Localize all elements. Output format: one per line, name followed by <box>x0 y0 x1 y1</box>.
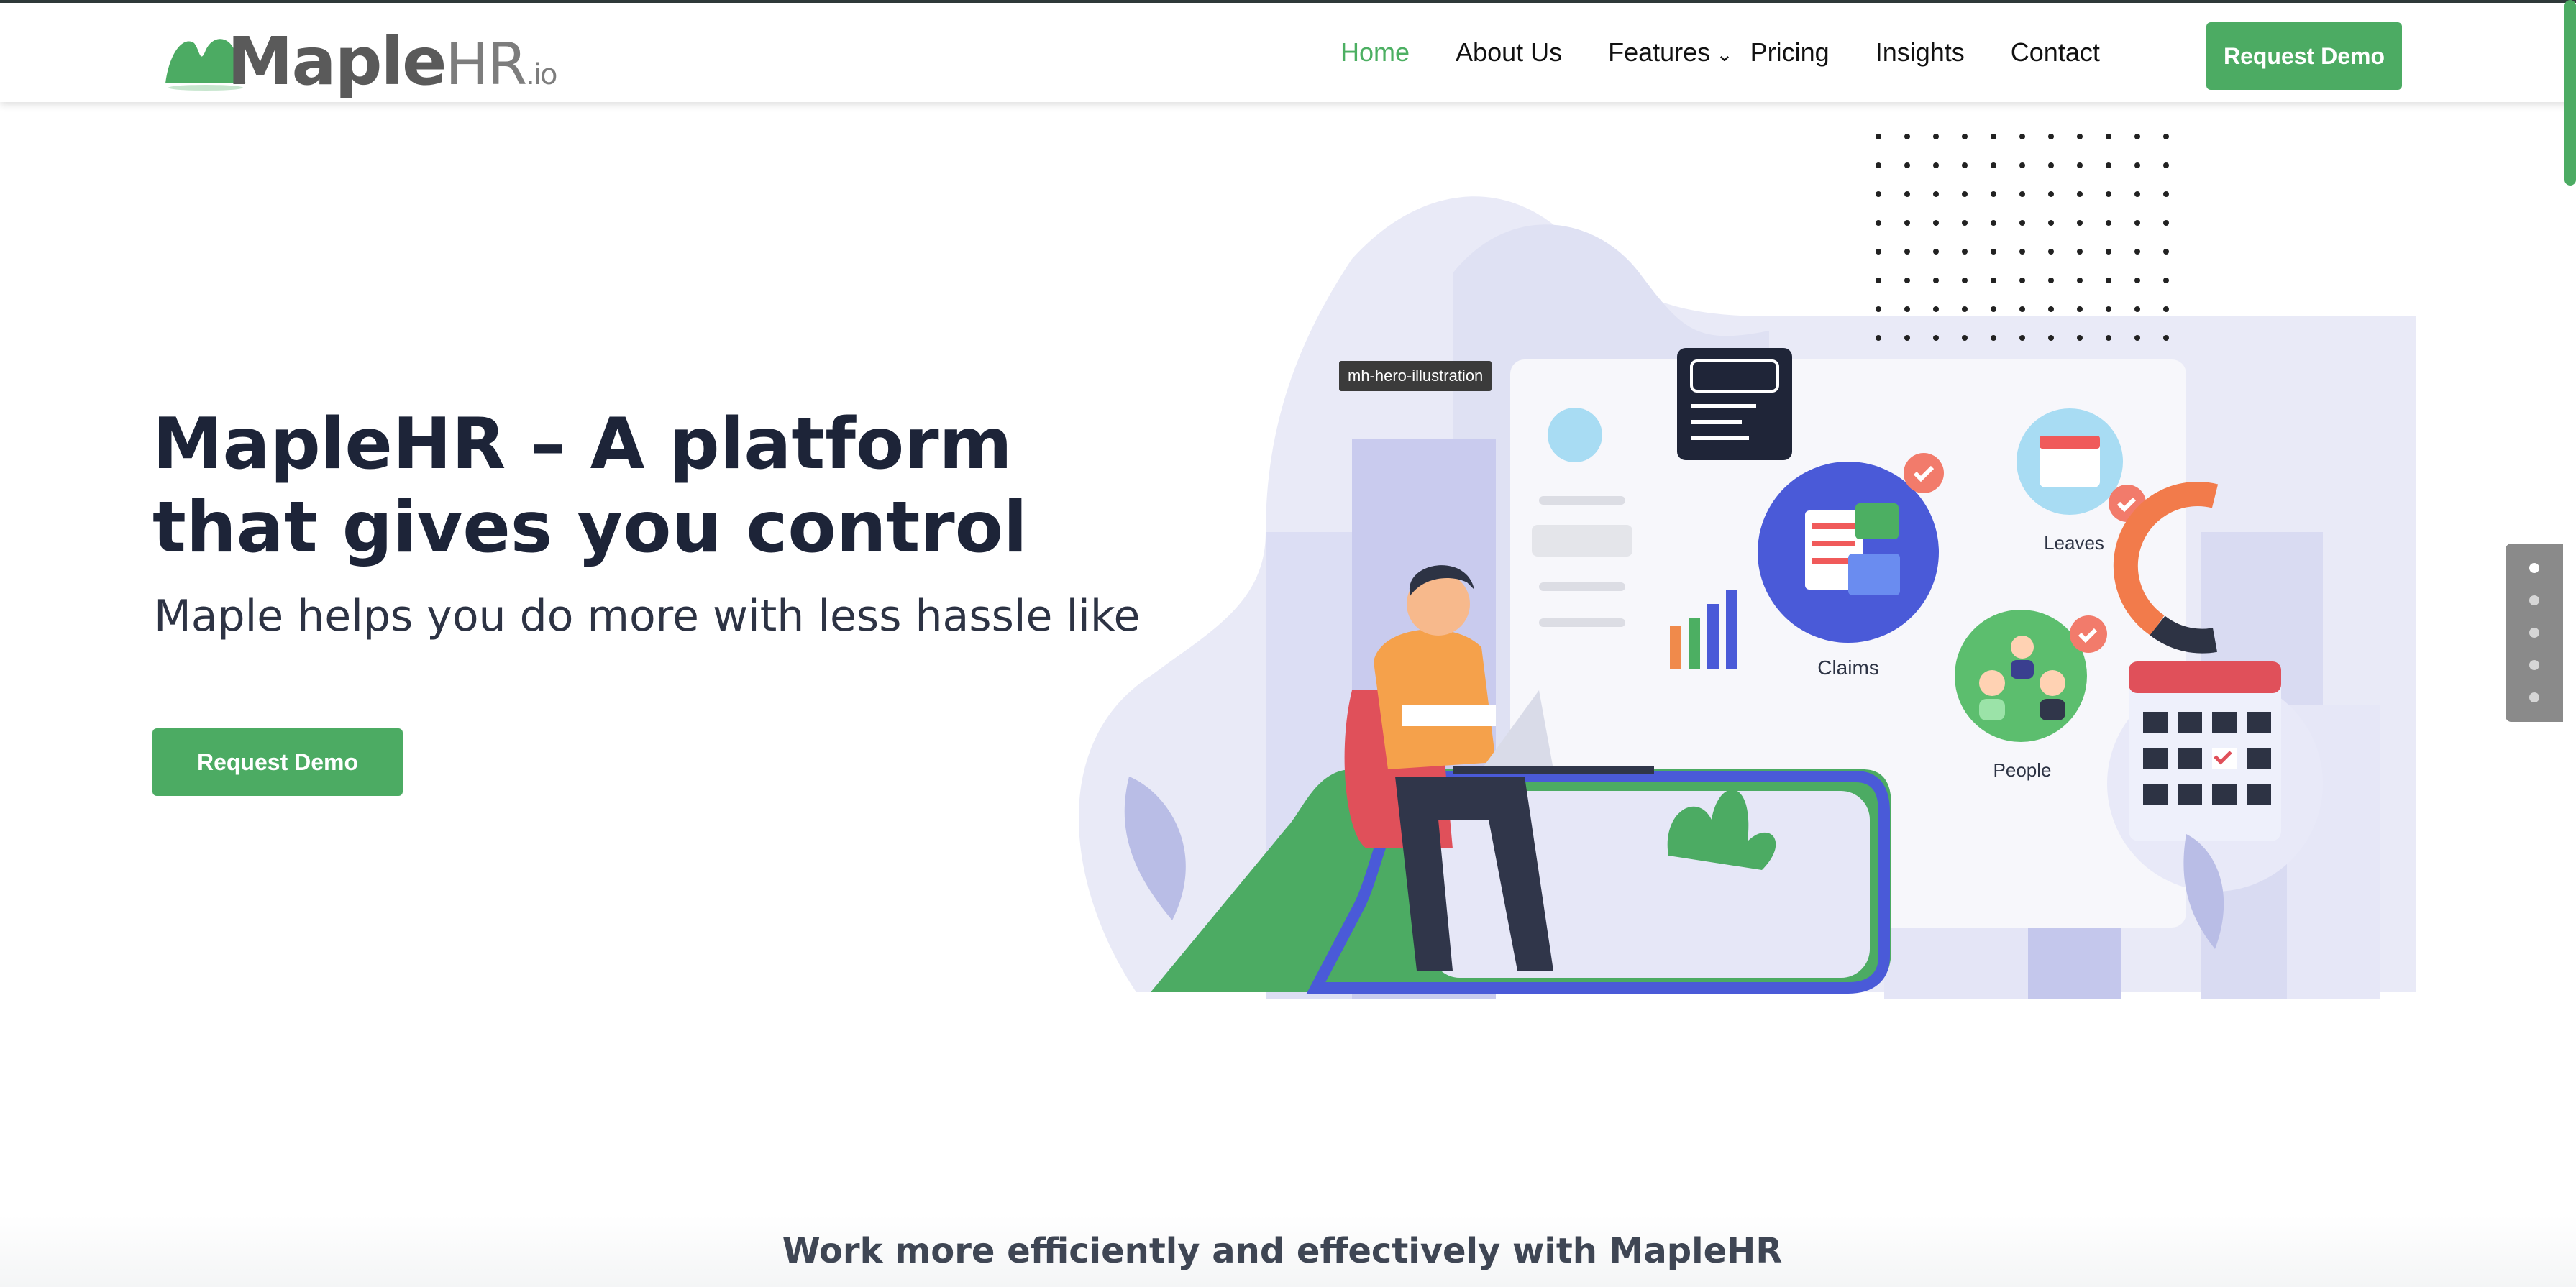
nav-insights[interactable]: Insights <box>1876 37 1965 68</box>
hero-subtitle: Maple helps you do more with less hassle… <box>154 591 1141 641</box>
nav-features[interactable]: Features ⌄ <box>1608 37 1733 68</box>
section-title: Work more efficiently and effectively wi… <box>782 1231 1783 1271</box>
chevron-down-icon: ⌄ <box>1716 43 1733 65</box>
nav-pricing[interactable]: Pricing <box>1750 37 1830 68</box>
main-nav: Home About Us Features ⌄ Pricing Insights… <box>1340 3 2146 102</box>
slide-dots-nav <box>2506 544 2563 722</box>
nav-about-us[interactable]: About Us <box>1456 37 1562 68</box>
nav-home[interactable]: Home <box>1340 37 1410 68</box>
slide-dot-2[interactable] <box>2529 595 2539 606</box>
people-label: People <box>1993 759 2052 781</box>
dot-grid-decoration <box>1876 134 2169 341</box>
leaves-label: Leaves <box>2044 532 2104 554</box>
illustration-tooltip: mh-hero-illustration <box>1339 361 1492 391</box>
logo-wordmark: MapleHR.io <box>227 23 557 100</box>
page-scrollbar-thumb[interactable] <box>2564 0 2576 186</box>
hero-request-demo-button[interactable]: Request Demo <box>152 728 403 796</box>
header-request-demo-button[interactable]: Request Demo <box>2206 22 2402 90</box>
slide-dot-1[interactable] <box>2529 563 2539 574</box>
site-header: MapleHR.io Home About Us Features ⌄ Prici… <box>0 3 2576 102</box>
nav-features-label: Features <box>1608 37 1711 67</box>
slide-dot-3[interactable] <box>2529 627 2539 638</box>
hero-title: MapleHR – A platform that gives you cont… <box>152 403 1028 569</box>
hero-illustration: Claims Leaves People <box>1079 134 2416 999</box>
slide-dot-4[interactable] <box>2529 659 2539 670</box>
slide-dot-5[interactable] <box>2529 692 2539 702</box>
maplehr-logo[interactable]: MapleHR.io <box>163 19 557 100</box>
claims-label: Claims <box>1817 656 1879 679</box>
nav-contact[interactable]: Contact <box>2011 37 2100 68</box>
